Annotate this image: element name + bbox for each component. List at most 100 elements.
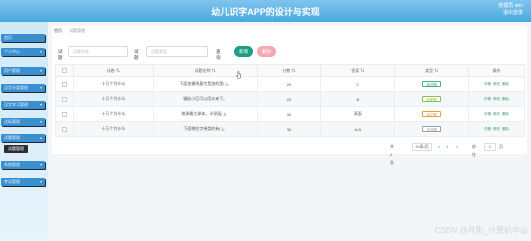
detail-link[interactable]: 详情 <box>484 112 491 117</box>
edit-link[interactable]: 修改 <box>493 112 500 117</box>
logout-link[interactable]: 退出登录 <box>498 10 523 17</box>
cell-score: 30 <box>256 121 322 137</box>
col-label: 答案 <box>351 67 360 73</box>
breadcrumb-current: 试题管理 <box>69 28 86 33</box>
col-label: 试卷 <box>106 67 115 73</box>
sidebar-item-system[interactable]: 系统管理 ▾ <box>1 161 45 169</box>
row-select[interactable] <box>55 91 74 107</box>
edit-link[interactable]: 修改 <box>493 82 500 87</box>
app-header: 幼儿识字APP的设计与实现 管理员 abo 退出登录 <box>0 0 531 22</box>
checkbox[interactable] <box>61 81 67 87</box>
sidebar-item-label: 汉字学习管理 <box>4 102 28 107</box>
sidebar-item-label: 试题管理 <box>4 135 20 140</box>
cell-type: 判断题 <box>394 91 470 107</box>
cell-paper: 十万个为什么 <box>72 91 154 107</box>
mouse-cursor-icon <box>236 71 241 79</box>
col-paper[interactable]: 试卷 ⇅ <box>72 64 154 77</box>
add-button[interactable]: 新增 <box>234 46 253 57</box>
detail-link[interactable]: 详情 <box>484 82 491 87</box>
delete-button[interactable]: 删除 <box>257 46 276 57</box>
sidebar-item-category[interactable]: 汉字分类管理 ▾ <box>1 84 45 92</box>
table-header-row: 试卷 ⇅ 试题名称 ⇅ 分数 ⇅ 答案 ⇅ 类型 ⇅ 操作 <box>55 64 525 77</box>
user-area: 管理员 abo 退出登录 <box>498 3 523 17</box>
chevron-down-icon: ▾ <box>39 49 42 54</box>
chevron-down-icon: ▾ <box>39 119 42 124</box>
col-label: 操作 <box>492 67 501 73</box>
checkbox[interactable] <box>61 111 67 117</box>
questions-table: 试卷 ⇅ 试题名称 ⇅ 分数 ⇅ 答案 ⇅ 类型 ⇅ 操作 十万个为什么 下面加横… <box>55 64 525 137</box>
sidebar-item-label: 考试管理 <box>4 179 20 184</box>
filter-label-name: 试题 <box>58 49 63 60</box>
cell-type: 单选题 <box>394 76 470 92</box>
edit-link[interactable]: 修改 <box>493 127 500 132</box>
detail-link[interactable]: 详情 <box>484 97 491 102</box>
table-row[interactable]: 十万个为什么 下面加横线量字是加的是( )。 20 C 单选题 详情 修改 删除 <box>55 76 525 92</box>
goto-page-input[interactable]: 1 <box>484 143 496 151</box>
question-name-input[interactable]: 试题名称 <box>68 46 128 57</box>
checkbox[interactable] <box>61 96 67 102</box>
sidebar-item-standard[interactable]: 达标管理 ▾ <box>1 118 45 126</box>
cell-paper: 十万个为什么 <box>72 76 154 92</box>
sidebar: 首页 个人中心 ▾ 用户管理 ▾ 汉字分类管理 ▾ 汉字学习管理 ▾ 达标管理 ▾ 试题管… <box>0 22 48 241</box>
sidebar-item-label: 首页 <box>4 35 12 40</box>
cell-score: 30 <box>256 106 322 122</box>
cell-paper: 十万个为什么 <box>72 121 154 137</box>
sidebar-item-learning[interactable]: 汉字学习管理 ▾ <box>1 101 45 109</box>
pager-total: 共 4 条 <box>390 144 394 165</box>
col-type[interactable]: 类型 ⇅ <box>394 64 470 77</box>
submenu-item-questions[interactable]: 试题管理 <box>4 145 28 153</box>
cell-answer: B <box>320 91 396 107</box>
checkbox[interactable] <box>61 126 67 132</box>
sidebar-item-label: 用户管理 <box>4 68 20 73</box>
cell-score: 20 <box>256 76 322 92</box>
breadcrumb-home[interactable]: 首页 <box>54 28 62 33</box>
col-label: 分数 <box>282 67 291 73</box>
cell-actions: 详情 修改 删除 <box>468 121 525 137</box>
table-row[interactable]: 十万个为什么 下面哪些字带类的有( )。 30 A,B 多选题 详情 修改 删除 <box>55 121 525 137</box>
delete-link[interactable]: 删除 <box>502 112 509 117</box>
col-actions: 操作 <box>468 64 525 77</box>
cell-score: 20 <box>256 91 322 107</box>
sidebar-item-label: 达标管理 <box>4 119 20 124</box>
sidebar-item-questions[interactable]: 试题管理 ▴ <box>1 134 45 142</box>
next-page-button[interactable]: > <box>456 143 458 151</box>
filter-label-type: 试题 <box>134 49 139 60</box>
row-select[interactable] <box>55 121 74 137</box>
cell-actions: 详情 修改 删除 <box>468 76 525 92</box>
delete-link[interactable]: 删除 <box>502 82 509 87</box>
row-select[interactable] <box>55 76 74 92</box>
delete-link[interactable]: 删除 <box>502 97 509 102</box>
cell-answer: 表面 <box>320 106 396 122</box>
user-name: 管理员 abo <box>498 3 523 9</box>
col-label: 类型 <box>425 67 434 73</box>
edit-link[interactable]: 修改 <box>493 97 500 102</box>
delete-link[interactable]: 删除 <box>502 127 509 132</box>
col-score[interactable]: 分数 ⇅ <box>256 64 322 77</box>
sidebar-item-users[interactable]: 用户管理 ▾ <box>1 67 45 75</box>
search-button[interactable]: 查询 <box>216 49 221 61</box>
type-badge: 判断题 <box>422 96 441 102</box>
page-number[interactable]: 1 <box>446 143 448 151</box>
page-unit: 页 <box>499 144 503 149</box>
chevron-down-icon: ▾ <box>39 102 42 107</box>
sidebar-item-exam[interactable]: 考试管理 ▾ <box>1 178 45 186</box>
checkbox[interactable] <box>61 68 67 74</box>
page-size-select[interactable]: 10条/页 <box>412 143 432 151</box>
sidebar-item-profile[interactable]: 个人中心 ▾ <box>1 48 45 56</box>
chevron-down-icon: ▾ <box>39 179 42 184</box>
table-row[interactable]: 十万个为什么 地球最大球体，半径面( )。 30 表面 填空题 详情 修改 删除 <box>55 106 525 122</box>
question-type-input[interactable]: 试题类型 <box>146 46 208 57</box>
detail-link[interactable]: 详情 <box>484 127 491 132</box>
table-row[interactable]: 十万个为什么 福娃小臣可以用水来下。 20 B 判断题 详情 修改 删除 <box>55 91 525 107</box>
select-all-header[interactable] <box>55 64 74 77</box>
row-select[interactable] <box>55 106 74 122</box>
type-badge: 单选题 <box>422 81 441 87</box>
prev-page-button[interactable]: < <box>438 143 440 151</box>
cell-actions: 详情 修改 删除 <box>468 91 525 107</box>
cell-type: 多选题 <box>394 121 470 137</box>
chevron-down-icon: ▾ <box>39 68 42 73</box>
col-answer[interactable]: 答案 ⇅ <box>320 64 396 77</box>
sidebar-item-home[interactable]: 首页 <box>1 34 45 42</box>
chevron-down-icon: ▾ <box>39 85 42 90</box>
cell-name: 福娃小臣可以用水来下。 <box>152 91 258 107</box>
